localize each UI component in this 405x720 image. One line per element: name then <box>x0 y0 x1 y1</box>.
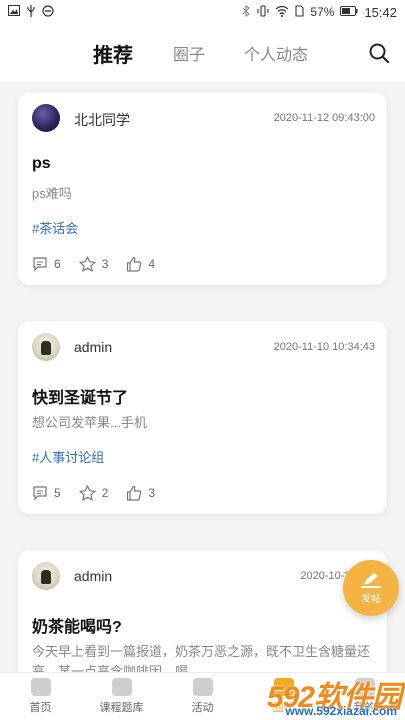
battery-percent: 57% <box>310 5 335 19</box>
image-notification-icon <box>8 5 20 19</box>
battery-icon <box>340 5 358 19</box>
post-username[interactable]: admin <box>74 339 112 355</box>
new-post-button[interactable]: 发帖 <box>343 560 399 616</box>
post-excerpt: 想公司发苹果...手机 <box>32 415 147 430</box>
favorite-button[interactable]: 3 <box>79 256 109 272</box>
comment-count: 6 <box>54 257 61 271</box>
new-post-label: 发帖 <box>361 594 381 605</box>
favorite-count: 3 <box>101 257 109 271</box>
post-title[interactable]: 奶茶能喝吗? <box>32 613 122 637</box>
post-card[interactable]: 北北同学 2020-11-12 09:43:00 ps ps难吗 #茶话会 6 … <box>18 92 387 285</box>
watermark-url: www.592xiazai.com <box>285 704 397 718</box>
favorite-count: 2 <box>101 486 109 500</box>
thumbs-up-icon <box>127 256 142 272</box>
usb-icon <box>26 4 36 20</box>
favorite-button[interactable]: 2 <box>79 485 109 501</box>
tab-circle[interactable]: 圈子 <box>173 24 205 82</box>
search-icon[interactable] <box>367 41 391 65</box>
bookmark-icon <box>111 678 132 696</box>
vibrate-icon <box>257 4 269 20</box>
like-button[interactable]: 3 <box>126 485 155 501</box>
post-topic-tag[interactable]: #人事讨论组 <box>32 447 104 466</box>
thumbs-up-icon <box>127 485 142 501</box>
star-icon <box>79 485 96 501</box>
avatar[interactable] <box>32 562 60 590</box>
bottom-nav-label: 首页 <box>29 702 52 714</box>
site-watermark: 592软件园 www.592xiazai.com <box>195 668 405 720</box>
status-right-icons: 57% 15:42 <box>242 4 397 20</box>
bottom-nav-label: 课程题库 <box>99 702 144 714</box>
comment-icon <box>33 486 47 501</box>
wifi-icon <box>275 5 289 20</box>
post-timestamp: 2020-11-10 10:34:43 <box>273 341 375 353</box>
post-stats: 5 2 3 <box>32 485 173 501</box>
post-card[interactable]: admin 2020-11-10 10:34:43 快到圣诞节了 想公司发苹果.… <box>18 321 387 514</box>
tab-recommend[interactable]: 推荐 <box>93 24 133 82</box>
post-card[interactable]: admin 2020-10-27 14: 奶茶能喝吗? 今天早上看到一篇报道，奶… <box>18 550 387 672</box>
sim-icon <box>295 4 304 20</box>
bluetooth-icon <box>242 4 251 20</box>
comment-icon <box>33 257 47 272</box>
post-title[interactable]: ps <box>32 155 51 173</box>
post-excerpt: ps难吗 <box>32 186 72 201</box>
top-tab-bar: 推荐 圈子 个人动态 <box>0 24 405 82</box>
clock: 15:42 <box>364 4 397 20</box>
post-topic-tag[interactable]: #茶话会 <box>32 218 78 237</box>
post-stats: 6 3 4 <box>32 256 173 272</box>
like-count: 3 <box>148 486 156 500</box>
tab-personal-activity[interactable]: 个人动态 <box>244 24 308 82</box>
post-username[interactable]: admin <box>74 568 112 584</box>
home-icon <box>30 678 51 696</box>
status-left-icons <box>8 4 54 20</box>
comment-count: 5 <box>54 486 61 500</box>
post-title[interactable]: 快到圣诞节了 <box>32 384 128 408</box>
comment-button[interactable]: 5 <box>32 485 61 501</box>
comment-button[interactable]: 6 <box>32 256 61 272</box>
star-icon <box>79 256 96 272</box>
pen-icon <box>361 573 381 588</box>
avatar[interactable] <box>32 104 60 132</box>
avatar[interactable] <box>32 333 60 361</box>
like-button[interactable]: 4 <box>126 256 155 272</box>
post-username[interactable]: 北北同学 <box>74 110 130 130</box>
like-count: 4 <box>148 257 156 271</box>
status-bar: 57% 15:42 <box>0 0 405 24</box>
post-timestamp: 2020-11-12 09:43:00 <box>273 112 375 124</box>
minus-circle-icon <box>42 4 54 20</box>
bottom-nav-courses[interactable]: 课程题库 <box>81 673 162 720</box>
bottom-nav-home[interactable]: 首页 <box>0 673 81 720</box>
